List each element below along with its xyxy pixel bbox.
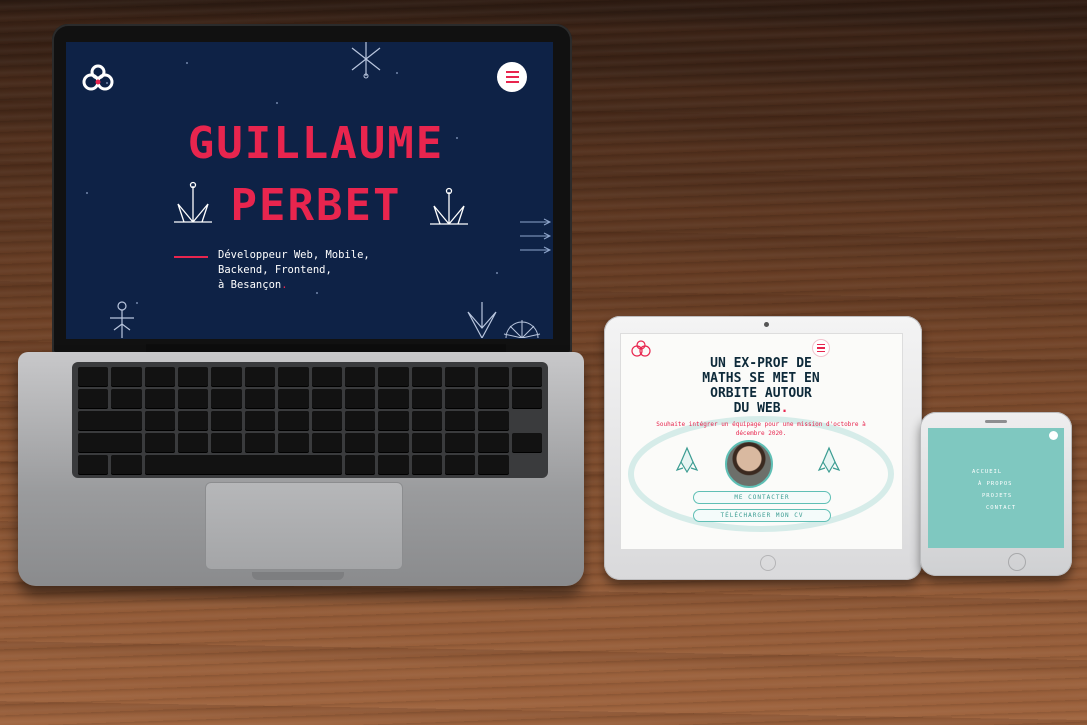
hero-title-line1: GUILLAUME: [187, 118, 445, 169]
phone-nav-menu: ACCUEIL À PROPOS PROJETS CONTACT: [928, 466, 1064, 514]
contact-button[interactable]: ME CONTACTER: [693, 491, 831, 504]
hero-subtitle-text: Développeur Web, Mobile, Backend, Fronte…: [218, 249, 370, 291]
laptop-screen: GUILLAUME PERBET Développeur Web, Mobile…: [66, 42, 553, 339]
tablet-headline: UN EX-PROF DE MATHS SE MET EN ORBITE AUT…: [641, 356, 881, 416]
keyboard: [78, 367, 542, 475]
rocket-left-icon: [675, 446, 699, 474]
rocket-right-icon: [817, 446, 841, 474]
phone-screen: ACCUEIL À PROPOS PROJETS CONTACT: [928, 428, 1064, 548]
sparkle-icon: [351, 42, 381, 79]
star-decoration: [276, 102, 278, 104]
star-decoration: [86, 192, 88, 194]
phone-home-button: [1008, 553, 1026, 571]
plant-bottom-icon: [467, 302, 497, 338]
nav-item-a-propos[interactable]: À PROPOS: [928, 478, 1064, 490]
arrows-decoration-icon: [520, 218, 552, 254]
avatar-photo: [725, 440, 773, 488]
tablet-mission-text: Souhaite intégrer un équipage pour une m…: [656, 421, 866, 437]
close-dot-icon[interactable]: [1049, 431, 1058, 440]
download-cv-button[interactable]: TÉLÉCHARGER MON CV: [693, 509, 831, 522]
menu-button[interactable]: [497, 62, 527, 92]
hamburger-menu-icon: [505, 71, 519, 73]
tablet-screen: UN EX-PROF DE MATHS SE MET EN ORBITE AUT…: [620, 333, 903, 550]
nav-item-accueil[interactable]: ACCUEIL: [928, 466, 1064, 478]
star-decoration: [186, 62, 188, 64]
trackpad: [205, 482, 403, 570]
tablet-camera: [764, 322, 769, 327]
menu-button[interactable]: [812, 339, 830, 357]
tablet-headline-text: UN EX-PROF DE MATHS SE MET EN ORBITE AUT…: [702, 356, 820, 416]
phone-speaker: [985, 420, 1007, 423]
star-decoration: [496, 272, 498, 274]
sunrise-icon: [503, 320, 541, 338]
subtitle-accent-line: [174, 256, 208, 258]
hamburger-menu-icon: [817, 343, 825, 346]
nav-item-contact[interactable]: CONTACT: [928, 502, 1064, 514]
star-decoration: [396, 72, 398, 74]
subtitle-dot: .: [281, 279, 288, 291]
laptop-lip: [252, 572, 344, 580]
infinity-logo-icon[interactable]: [80, 64, 116, 94]
headline-dot: .: [780, 401, 789, 416]
tablet-home-button: [760, 555, 776, 571]
plant-right-icon: [430, 187, 468, 225]
nav-item-projets[interactable]: PROJETS: [928, 490, 1064, 502]
hero-subtitle: Développeur Web, Mobile, Backend, Fronte…: [218, 248, 418, 293]
stick-figure-icon: [110, 301, 134, 338]
